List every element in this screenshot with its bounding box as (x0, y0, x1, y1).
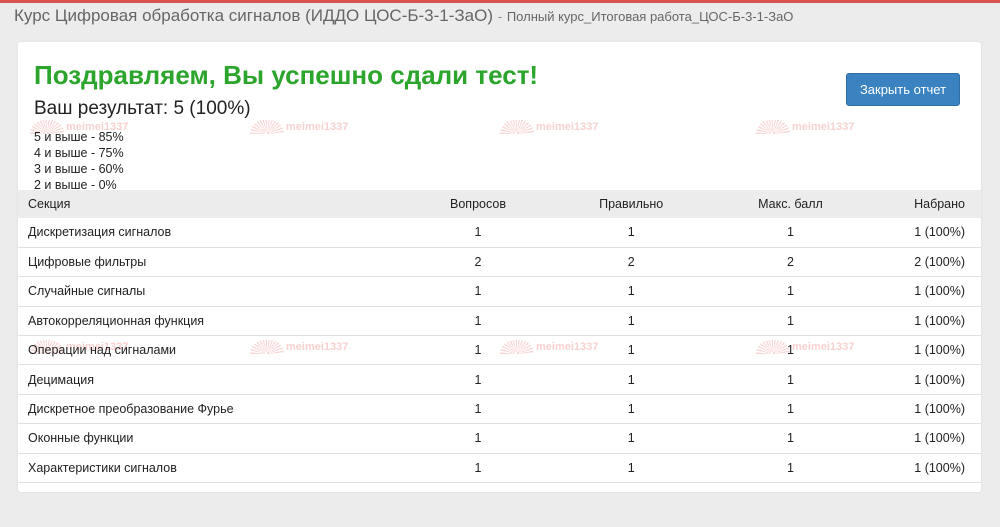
table-row: Децимация 1 1 1 1 (100%) (18, 365, 981, 395)
cell-section: Децимация (28, 372, 95, 387)
cell-scored: 1 (100%) (914, 313, 965, 328)
cell-section: Цифровые фильтры (28, 255, 147, 270)
cell-questions: 1 (474, 313, 482, 328)
cell-correct: 1 (627, 372, 635, 387)
cell-scored: 1 (100%) (914, 343, 965, 358)
cell-correct: 1 (627, 284, 635, 299)
cell-section: Автокорреляционная функция (28, 313, 205, 328)
watermark-fan-icon (756, 120, 790, 134)
col-scored: Набрано (914, 197, 965, 211)
table-header: Секция Вопросов Правильно Макс. балл Наб… (18, 190, 981, 218)
cell-correct: 1 (627, 225, 635, 240)
cell-scored: 1 (100%) (914, 284, 965, 299)
cell-questions: 1 (474, 343, 482, 358)
header-row: Секция Вопросов Правильно Макс. балл Наб… (18, 190, 981, 218)
course-header: Курс Цифровая обработка сигналов (ИДДО Ц… (0, 0, 1000, 30)
cell-section: Операции над сигналами (28, 343, 177, 358)
result-summary: Ваш результат: 5 (100%) (34, 98, 251, 119)
cell-correct: 1 (627, 313, 635, 328)
watermark-fan-icon (500, 120, 534, 134)
table-row: Цифровые фильтры 2 2 2 2 (100%) (18, 247, 981, 277)
cell-correct: 2 (627, 255, 635, 270)
table-row: Случайные сигналы 1 1 1 1 (100%) (18, 277, 981, 307)
cell-section: Дискретное преобразование Фурье (28, 402, 234, 417)
col-questions: Вопросов (450, 197, 506, 211)
report-panel: meimei1337 meimei1337 meimei1337 meimei1… (18, 42, 981, 492)
cell-questions: 1 (474, 431, 482, 446)
col-section: Секция (28, 197, 71, 211)
cell-scored: 1 (100%) (914, 460, 965, 475)
cell-correct: 1 (627, 460, 635, 475)
cell-scored: 1 (100%) (914, 402, 965, 417)
cell-section: Дискретизация сигналов (28, 225, 172, 240)
cell-correct: 1 (627, 431, 635, 446)
cell-max-score: 1 (787, 343, 794, 358)
course-title: Курс Цифровая обработка сигналов (ИДДО Ц… (14, 6, 494, 25)
col-max-score: Макс. балл (758, 197, 823, 211)
cell-scored: 1 (100%) (914, 225, 965, 240)
cell-max-score: 1 (787, 225, 794, 240)
grading-scale-item: 5 и выше - 85% (34, 130, 124, 144)
cell-questions: 1 (474, 402, 482, 417)
grading-scale: 5 и выше - 85% 4 и выше - 75% 3 и выше -… (34, 129, 124, 193)
watermark: meimei1337 (500, 120, 598, 134)
cell-section: Характеристики сигналов (28, 460, 177, 475)
cell-questions: 1 (474, 372, 482, 387)
congrats-heading: Поздравляем, Вы успешно сдали тест! (34, 60, 539, 90)
watermark: meimei1337 (756, 120, 854, 134)
cell-section: Случайные сигналы (28, 284, 146, 299)
cell-max-score: 2 (787, 255, 794, 270)
title-separator: - (497, 9, 503, 24)
cell-section: Оконные функции (28, 431, 134, 446)
watermark-fan-icon (250, 120, 284, 134)
course-subtitle: Полный курс_Итоговая работа_ЦОС-Б-3-1-За… (506, 9, 794, 24)
cell-questions: 1 (474, 225, 482, 240)
cell-scored: 2 (100%) (914, 255, 965, 270)
table-row: Оконные функции 1 1 1 1 (100%) (18, 424, 981, 454)
table-row: Операции над сигналами 1 1 1 1 (100%) (18, 336, 981, 365)
cell-correct: 1 (627, 343, 635, 358)
cell-max-score: 1 (787, 402, 794, 417)
cell-max-score: 1 (787, 284, 794, 299)
cell-correct: 1 (627, 402, 635, 417)
table-row: Дискретизация сигналов 1 1 1 1 (100%) (18, 218, 981, 248)
table-row: Дискретное преобразование Фурье 1 1 1 1 … (18, 394, 981, 424)
cell-max-score: 1 (787, 313, 794, 328)
watermark: meimei1337 (250, 120, 348, 134)
table-body: Дискретизация сигналов 1 1 1 1 (100%) Ци… (18, 218, 981, 483)
cell-max-score: 1 (787, 431, 794, 446)
cell-questions: 1 (474, 460, 482, 475)
course-title-line: Курс Цифровая обработка сигналов (ИДДО Ц… (14, 6, 793, 26)
grading-scale-item: 3 и выше - 60% (34, 162, 124, 176)
table-row: Автокорреляционная функция 1 1 1 1 (100%… (18, 306, 981, 336)
close-report-button[interactable]: Закрыть отчет (846, 73, 960, 106)
cell-questions: 1 (474, 284, 482, 299)
col-correct: Правильно (599, 197, 664, 211)
results-table: Секция Вопросов Правильно Макс. балл Наб… (18, 190, 981, 483)
cell-questions: 2 (474, 255, 482, 270)
grading-scale-item: 4 и выше - 75% (34, 146, 124, 160)
cell-scored: 1 (100%) (914, 372, 965, 387)
cell-scored: 1 (100%) (914, 431, 965, 446)
cell-max-score: 1 (787, 372, 794, 387)
cell-max-score: 1 (787, 460, 794, 475)
table-row: Характеристики сигналов 1 1 1 1 (100%) (18, 453, 981, 483)
